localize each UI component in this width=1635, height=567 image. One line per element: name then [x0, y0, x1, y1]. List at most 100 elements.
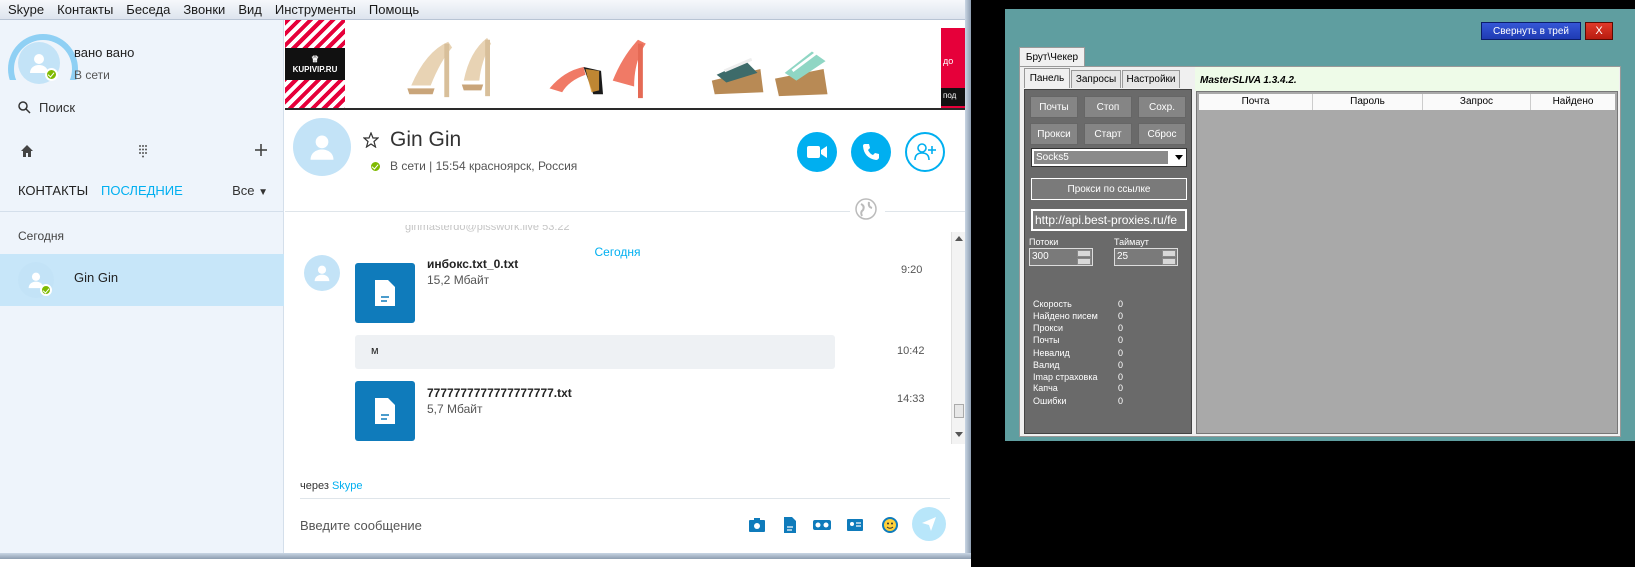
- menu-conversation[interactable]: Беседа: [126, 2, 170, 17]
- header-divider: [885, 211, 965, 212]
- save-button[interactable]: Сохр.: [1138, 96, 1186, 118]
- tab-contacts[interactable]: КОНТАКТЫ: [18, 183, 88, 198]
- crown-icon: ♕: [310, 54, 320, 64]
- section-today: Сегодня: [18, 229, 64, 243]
- message-time: 9:20: [901, 264, 923, 276]
- file-size: 5,7 Мбайт: [427, 402, 483, 416]
- menu-tools[interactable]: Инструменты: [275, 2, 356, 17]
- tab-brute-checker[interactable]: Брут\Чекер: [1019, 47, 1085, 67]
- proxy-type-select[interactable]: Socks5: [1031, 148, 1187, 167]
- dialpad-icon[interactable]: [138, 144, 148, 158]
- search-box[interactable]: Поиск: [18, 100, 75, 115]
- shoe-image: [549, 39, 646, 99]
- banner-logo: ♕ KUPIVIP.RU: [285, 20, 345, 108]
- menu-view[interactable]: Вид: [238, 2, 262, 17]
- column-email[interactable]: Почта: [1199, 94, 1313, 110]
- stop-button[interactable]: Стоп: [1084, 96, 1132, 118]
- stat-label: Скорость: [1033, 299, 1072, 309]
- header-divider: [285, 211, 850, 212]
- stepper-down-icon[interactable]: [1077, 258, 1091, 265]
- smiley-icon: [882, 517, 898, 533]
- sender-avatar[interactable]: [304, 255, 340, 291]
- stepper-up-icon[interactable]: [1162, 250, 1176, 257]
- start-button[interactable]: Старт: [1084, 123, 1132, 145]
- scroll-down-arrow[interactable]: [955, 432, 963, 437]
- stepper-up-icon[interactable]: [1077, 250, 1091, 257]
- proxy-url-input[interactable]: http://api.best-proxies.ru/fe: [1031, 209, 1187, 231]
- sidebar: вано вано В сети Поиск КОНТАКТЫ ПОСЛЕДНИ…: [0, 20, 284, 553]
- emoticon-button[interactable]: [880, 515, 900, 535]
- faded-previous-message: ginmasterdo@pisswork.live 53:22: [405, 225, 570, 233]
- send-contact-button[interactable]: [845, 515, 865, 535]
- stat-value: 0: [1118, 348, 1124, 358]
- phone-icon: [863, 144, 879, 160]
- timeout-stepper[interactable]: 25: [1114, 248, 1178, 266]
- column-request[interactable]: Запрос: [1423, 94, 1531, 110]
- tab-requests[interactable]: Запросы: [1071, 70, 1121, 88]
- voicemail-icon: [813, 520, 831, 530]
- video-call-button[interactable]: [797, 132, 837, 172]
- window-border: [0, 553, 971, 559]
- my-status[interactable]: В сети: [74, 68, 110, 82]
- video-message-button[interactable]: [812, 515, 832, 535]
- emails-button[interactable]: Почты: [1030, 96, 1078, 118]
- tab-panel[interactable]: Панель: [1024, 68, 1070, 88]
- ad-banner[interactable]: ♕ KUPIVIP.RU до под: [285, 20, 965, 110]
- audio-call-button[interactable]: [851, 132, 891, 172]
- file-attachment[interactable]: [355, 381, 415, 441]
- add-icon[interactable]: [254, 143, 268, 157]
- column-password[interactable]: Пароль: [1313, 94, 1423, 110]
- stat-label: Найдено писем: [1033, 311, 1098, 321]
- via-skype-link[interactable]: Skype: [332, 480, 363, 492]
- home-icon[interactable]: [20, 144, 34, 158]
- proxy-button[interactable]: Прокси: [1030, 123, 1078, 145]
- threads-stepper[interactable]: 300: [1029, 248, 1093, 266]
- close-button[interactable]: X: [1585, 22, 1613, 40]
- message-text: м: [371, 345, 379, 357]
- stepper-down-icon[interactable]: [1162, 258, 1176, 265]
- menu-contacts[interactable]: Контакты: [57, 2, 113, 17]
- add-people-button[interactable]: [905, 132, 945, 172]
- menu-skype[interactable]: Skype: [8, 2, 44, 17]
- scroll-thumb[interactable]: [954, 404, 964, 418]
- menu-help[interactable]: Помощь: [369, 2, 419, 17]
- reset-button[interactable]: Сброс: [1138, 123, 1186, 145]
- file-name[interactable]: 7777777777777777777.txt: [427, 386, 572, 400]
- message-scrollbar[interactable]: [951, 232, 965, 444]
- date-separator: Сегодня: [594, 245, 641, 259]
- media-button[interactable]: [747, 515, 767, 535]
- send-button[interactable]: [912, 507, 946, 541]
- conversation-avatar[interactable]: [293, 118, 351, 176]
- conversation-status: В сети | 15:54 красноярск, Россия: [390, 159, 578, 173]
- search-icon: [18, 101, 31, 114]
- skype-window: Skype Контакты Беседа Звонки Вид Инструм…: [0, 0, 971, 567]
- person-icon: [310, 135, 334, 160]
- scroll-up-arrow[interactable]: [955, 236, 963, 241]
- banner-logo-text: KUPIVIP.RU: [292, 65, 338, 74]
- tab-settings[interactable]: Настройки: [1122, 70, 1180, 88]
- video-camera-icon: [807, 146, 827, 158]
- stat-value: 0: [1118, 372, 1124, 382]
- menu-calls[interactable]: Звонки: [183, 2, 225, 17]
- send-file-button[interactable]: [780, 515, 800, 535]
- my-presence-icon: [45, 68, 58, 81]
- message-time: 14:33: [897, 393, 925, 405]
- tab-recent[interactable]: ПОСЛЕДНИЕ: [101, 183, 183, 198]
- globe-icon[interactable]: [855, 198, 877, 220]
- stat-label: Прокси: [1033, 323, 1064, 333]
- star-icon[interactable]: [363, 132, 379, 148]
- banner-logo-box: ♕ KUPIVIP.RU: [285, 48, 345, 80]
- message-input[interactable]: Введите сообщение: [300, 518, 422, 533]
- text-message-bubble[interactable]: м: [355, 335, 835, 369]
- results-table[interactable]: Почта Пароль Запрос Найдено: [1196, 91, 1618, 434]
- proxy-by-url-button[interactable]: Прокси по ссылке: [1031, 178, 1187, 200]
- recent-contact-item[interactable]: Gin Gin: [0, 254, 284, 306]
- composer-divider: [300, 498, 950, 499]
- results-table-header: Почта Пароль Запрос Найдено: [1199, 94, 1615, 110]
- stat-value: 0: [1118, 383, 1124, 393]
- column-found[interactable]: Найдено: [1531, 94, 1615, 110]
- minimize-to-tray-button[interactable]: Свернуть в трей: [1481, 22, 1581, 40]
- file-name[interactable]: инбокс.txt_0.txt: [427, 257, 518, 271]
- file-attachment[interactable]: [355, 263, 415, 323]
- filter-dropdown[interactable]: Все ▼: [232, 183, 268, 198]
